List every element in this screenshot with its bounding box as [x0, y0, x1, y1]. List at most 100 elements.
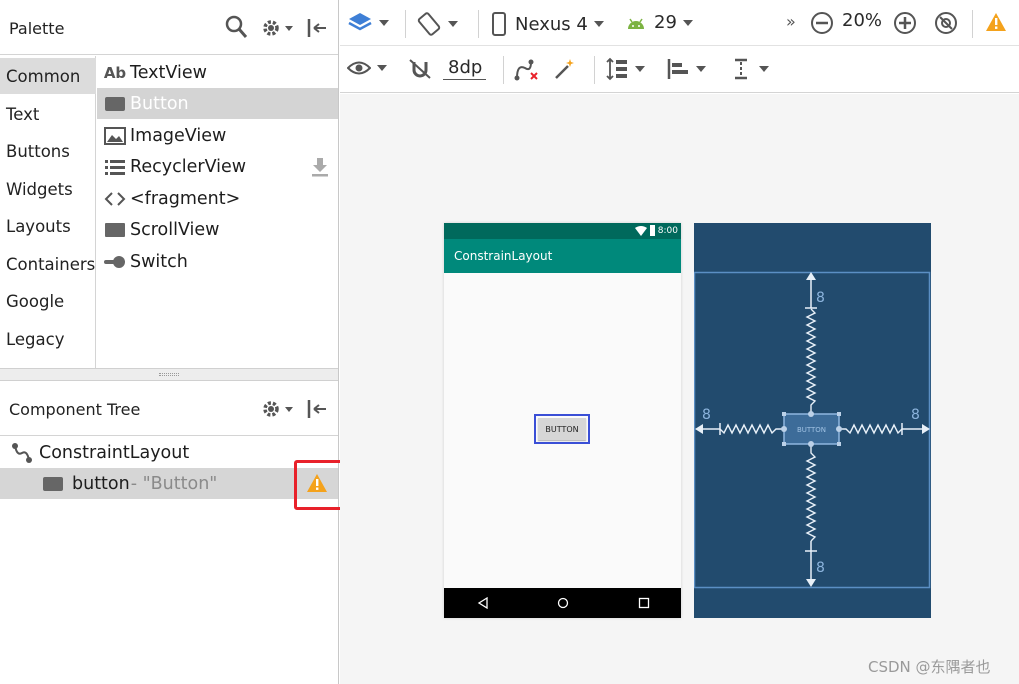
toolbar-separator	[972, 10, 973, 38]
category-common[interactable]: Common	[0, 58, 96, 94]
pack-icon	[605, 57, 629, 81]
settings-gear-icon[interactable]	[261, 17, 293, 39]
download-icon[interactable]	[311, 157, 329, 182]
anchor-bottom[interactable]	[808, 441, 814, 447]
issues-button[interactable]	[985, 12, 1007, 32]
constraint-right[interactable]	[839, 423, 930, 435]
widget-textview[interactable]: Ab TextView	[97, 57, 338, 88]
collapse-panel-icon[interactable]	[306, 18, 328, 38]
widget-label: Switch	[130, 251, 188, 272]
view-options-dropdown[interactable]	[347, 59, 387, 77]
caret-icon	[759, 66, 769, 72]
overflow-button[interactable]: »	[786, 12, 796, 31]
design-canvas[interactable]: 8:00 ConstrainLayout BUTTON BUTTON 8 8 8…	[340, 94, 1019, 684]
zoom-out-button[interactable]	[810, 11, 834, 35]
widget-label: ScrollView	[130, 219, 220, 240]
resize-handle[interactable]	[782, 412, 786, 416]
widget-imageview[interactable]: ImageView	[97, 120, 338, 151]
recents-icon	[638, 597, 650, 609]
caret-icon	[448, 21, 458, 27]
magic-wand-icon	[553, 57, 577, 81]
component-tree-header: Component Tree	[0, 381, 338, 436]
constraint-left[interactable]	[695, 423, 784, 435]
api-level: 29	[654, 12, 677, 33]
back-icon	[477, 597, 489, 609]
tree-collapse-panel-icon[interactable]	[306, 399, 328, 419]
switch-icon	[102, 250, 128, 274]
status-time: 8:00	[657, 226, 678, 236]
blueprint-preview[interactable]: BUTTON 8 8 8 8	[694, 223, 931, 618]
category-label: Common	[6, 66, 81, 86]
zoom-level: 20%	[842, 10, 882, 31]
anchor-top[interactable]	[808, 411, 814, 417]
guidelines-dropdown[interactable]	[729, 57, 769, 81]
widget-label: <fragment>	[130, 188, 241, 209]
api-level-dropdown[interactable]: 29	[626, 12, 693, 33]
category-legacy[interactable]: Legacy	[0, 321, 96, 357]
device-dropdown[interactable]: Nexus 4	[492, 12, 604, 36]
widget-recyclerview[interactable]: RecyclerView	[97, 151, 338, 182]
widget-label: ImageView	[130, 125, 227, 146]
clear-constraints-button[interactable]	[513, 58, 539, 82]
warning-triangle-icon	[985, 12, 1007, 32]
clear-constraints-icon	[513, 58, 539, 82]
design-surface-dropdown[interactable]	[347, 11, 389, 35]
resize-handle[interactable]	[837, 442, 841, 446]
caret-icon	[379, 20, 389, 26]
anchor-right[interactable]	[836, 426, 842, 432]
orientation-dropdown[interactable]	[416, 11, 458, 37]
category-text[interactable]: Text	[0, 96, 96, 132]
category-google[interactable]: Google	[0, 283, 96, 319]
design-preview[interactable]: 8:00 ConstrainLayout BUTTON	[444, 223, 681, 618]
widget-fragment[interactable]: <fragment>	[97, 183, 338, 214]
default-margin-dropdown[interactable]: 8dp	[443, 57, 487, 80]
resize-handle[interactable]	[782, 442, 786, 446]
resize-handle[interactable]	[837, 412, 841, 416]
rotate-device-icon	[416, 11, 442, 37]
navigation-bar	[444, 588, 681, 618]
tree-settings-gear-icon[interactable]	[261, 398, 293, 420]
autoconnect-toggle[interactable]	[408, 58, 432, 80]
default-margin-value: 8dp	[448, 57, 483, 78]
widget-switch[interactable]: Switch	[97, 246, 338, 277]
list-icon	[102, 155, 128, 179]
align-left-icon	[666, 57, 690, 81]
guidelines-icon	[729, 57, 753, 81]
android-icon	[626, 16, 646, 30]
widget-scrollview[interactable]: ScrollView	[97, 214, 338, 245]
tree-row-button[interactable]: button - "Button"	[0, 468, 338, 499]
widget-label: TextView	[130, 62, 207, 83]
tree-row-constraintlayout[interactable]: ConstraintLayout	[0, 437, 338, 468]
search-icon[interactable]	[224, 14, 248, 40]
pack-dropdown[interactable]	[605, 57, 645, 81]
margin-left-label: 8	[702, 407, 711, 423]
design-toolbar: Nexus 4 29 » 20%	[340, 0, 1019, 46]
category-label: Google	[6, 291, 65, 311]
warning-highlight-box	[294, 460, 343, 510]
widget-button[interactable]: Button	[97, 88, 338, 119]
infer-constraints-button[interactable]	[553, 57, 577, 81]
category-containers[interactable]: Containers	[0, 246, 96, 282]
constraint-toolbar: 8dp	[340, 46, 1019, 93]
zoom-to-fit-button[interactable]	[934, 11, 958, 35]
category-widgets[interactable]: Widgets	[0, 171, 96, 207]
panel-splitter[interactable]	[0, 368, 338, 381]
widget-label: Button	[130, 93, 189, 114]
app-bar: ConstrainLayout	[444, 239, 681, 273]
splitter-grip[interactable]	[159, 373, 179, 376]
preview-button[interactable]: BUTTON	[538, 418, 586, 440]
palette-widget-list: Ab TextView Button ImageView RecyclerVie…	[97, 56, 338, 368]
device-name: Nexus 4	[515, 13, 588, 35]
eye-icon	[347, 59, 371, 77]
caret-icon	[593, 21, 604, 27]
category-layouts[interactable]: Layouts	[0, 208, 96, 244]
zoom-in-button[interactable]	[893, 11, 917, 35]
category-buttons[interactable]: Buttons	[0, 133, 96, 169]
tree-label-button-id: button	[72, 473, 130, 494]
align-dropdown[interactable]	[666, 57, 706, 81]
phone-device-icon	[492, 12, 506, 36]
caret-icon	[377, 65, 387, 71]
anchor-left[interactable]	[781, 426, 787, 432]
zoom-percent: 20%	[842, 10, 883, 31]
tree-label-constraintlayout: ConstraintLayout	[39, 442, 190, 463]
